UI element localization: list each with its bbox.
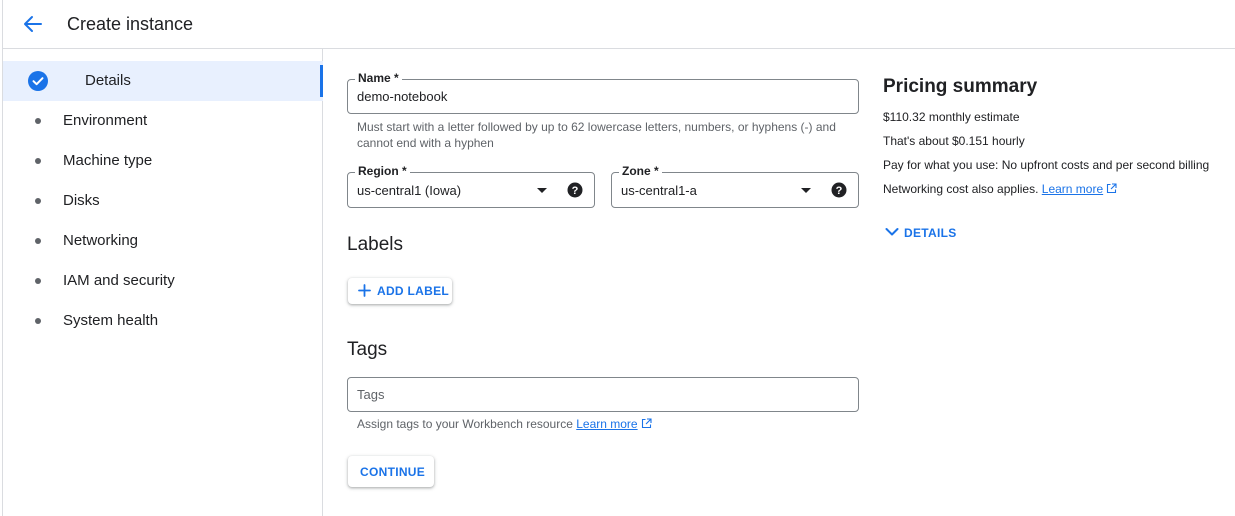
caret-down-icon xyxy=(801,188,811,193)
arrow-left-icon xyxy=(24,16,42,32)
bullet-icon xyxy=(35,118,41,124)
tags-learn-more-link[interactable]: Learn more xyxy=(576,417,637,431)
name-hint: Must start with a letter followed by up … xyxy=(357,119,836,151)
page-header: Create instance xyxy=(3,0,1235,49)
pricing-networking: Networking cost also applies. Learn more xyxy=(883,182,1118,196)
details-toggle-label: DETAILS xyxy=(904,226,957,240)
tags-input[interactable]: Tags xyxy=(347,377,859,412)
chevron-down-icon xyxy=(885,228,899,236)
name-field-label: Name * xyxy=(355,71,402,85)
back-button[interactable] xyxy=(19,10,47,38)
region-select[interactable]: Region * us-central1 (Iowa) ? xyxy=(347,164,595,208)
zone-select-value: us-central1-a xyxy=(621,183,697,198)
sidebar-item-details[interactable]: Details xyxy=(3,61,323,101)
bullet-icon xyxy=(35,158,41,164)
continue-button-label: CONTINUE xyxy=(360,465,426,479)
name-field[interactable]: Name * demo-notebook xyxy=(347,71,859,114)
pricing-summary-title: Pricing summary xyxy=(883,76,1038,97)
plus-icon xyxy=(358,284,371,297)
add-label-button[interactable]: ADD LABEL xyxy=(348,278,452,304)
pricing-billing: Pay for what you use: No upfront costs a… xyxy=(883,158,1210,172)
zone-select[interactable]: Zone * us-central1-a ? xyxy=(611,164,859,208)
pricing-learn-more-link[interactable]: Learn more xyxy=(1042,182,1103,196)
sidebar-item-iam-security[interactable]: IAM and security xyxy=(3,261,323,301)
tags-hint: Assign tags to your Workbench resource L… xyxy=(357,416,652,432)
bullet-icon xyxy=(35,198,41,204)
sidebar-item-machine-type[interactable]: Machine type xyxy=(3,141,323,181)
sidebar-item-label: System health xyxy=(63,312,159,329)
app-frame: Create instance Details Environment Mach… xyxy=(2,0,1235,516)
region-select-label: Region * xyxy=(355,164,410,178)
check-circle-icon xyxy=(28,71,48,91)
add-label-button-label: ADD LABEL xyxy=(377,284,450,298)
sidebar-item-label: Environment xyxy=(63,112,148,129)
bullet-icon xyxy=(35,318,41,324)
sidebar-item-label: Details xyxy=(85,72,131,89)
name-hint-line: Must start with a letter followed by up … xyxy=(357,120,836,134)
sidebar-item-system-health[interactable]: System health xyxy=(3,301,323,341)
tags-heading: Tags xyxy=(347,339,388,360)
caret-down-icon xyxy=(537,188,547,193)
name-hint-line: cannot end with a hyphen xyxy=(357,136,494,150)
page-title: Create instance xyxy=(67,14,194,34)
sidebar-item-label: Networking xyxy=(63,232,139,249)
zone-select-label: Zone * xyxy=(619,164,662,178)
pricing-monthly: $110.32 monthly estimate xyxy=(883,110,1020,124)
external-link-icon xyxy=(641,418,652,429)
tags-input-placeholder: Tags xyxy=(357,387,385,402)
svg-text:?: ? xyxy=(836,185,843,197)
labels-heading: Labels xyxy=(347,234,403,255)
bullet-icon xyxy=(35,278,41,284)
continue-button[interactable]: CONTINUE xyxy=(348,456,434,487)
bullet-icon xyxy=(35,238,41,244)
sidebar-item-networking[interactable]: Networking xyxy=(3,221,323,261)
help-circle-icon[interactable]: ? xyxy=(831,182,847,198)
sidebar-item-label: IAM and security xyxy=(63,272,175,289)
steps-sidebar: Details Environment Machine type Disks N… xyxy=(3,49,323,516)
region-select-value: us-central1 (Iowa) xyxy=(357,183,462,198)
sidebar-item-disks[interactable]: Disks xyxy=(3,181,323,221)
external-link-icon xyxy=(1107,183,1118,194)
name-field-value: demo-notebook xyxy=(357,89,448,104)
pricing-networking-text: Networking cost also applies. xyxy=(883,182,1039,196)
pricing-hourly: That's about $0.151 hourly xyxy=(883,134,1025,148)
sidebar-item-environment[interactable]: Environment xyxy=(3,101,323,141)
help-circle-icon[interactable]: ? xyxy=(567,182,583,198)
svg-text:?: ? xyxy=(572,185,579,197)
sidebar-item-label: Machine type xyxy=(63,152,153,169)
tags-hint-text: Assign tags to your Workbench resource xyxy=(357,417,573,431)
sidebar-item-label: Disks xyxy=(63,192,100,209)
